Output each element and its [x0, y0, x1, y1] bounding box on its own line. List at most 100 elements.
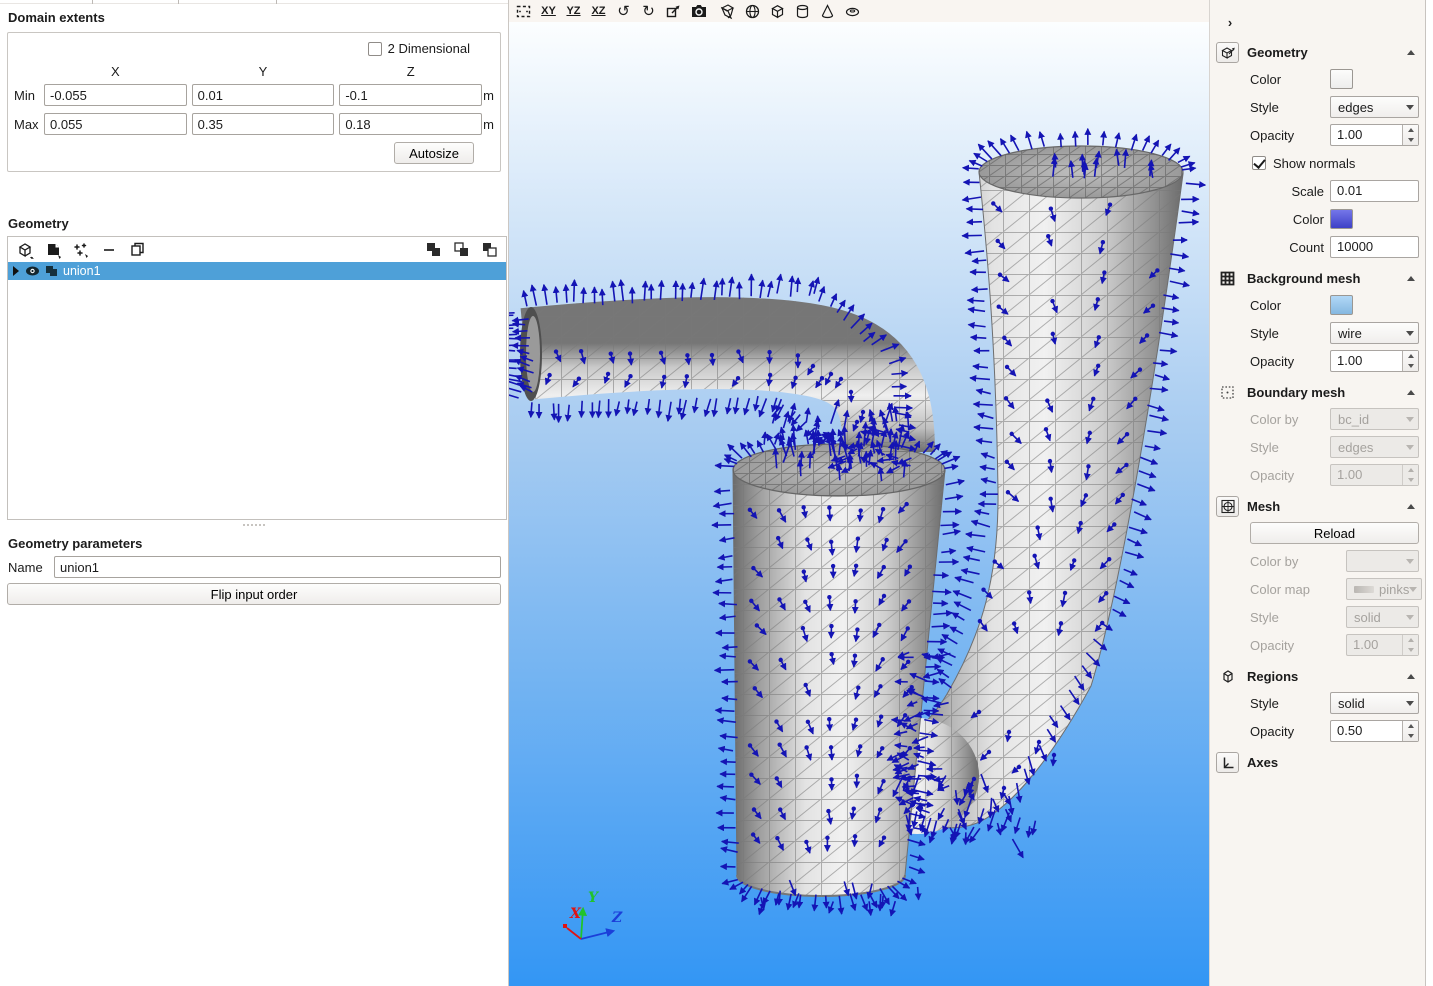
- perspective-view-icon[interactable]: [663, 2, 684, 21]
- background-mesh-collapse-icon[interactable]: [1407, 276, 1415, 281]
- axes-section-icon[interactable]: [1216, 752, 1239, 773]
- mesh-opacity-label: Opacity: [1250, 638, 1346, 653]
- boundary-mesh-section-icon[interactable]: [1216, 382, 1239, 403]
- import-surface-icon[interactable]: [42, 240, 64, 260]
- show-normals-checkbox[interactable]: [1252, 156, 1266, 170]
- mesh-section-title: Mesh: [1247, 499, 1399, 514]
- cone-shape-icon[interactable]: [817, 2, 838, 21]
- fit-view-icon[interactable]: [513, 2, 534, 21]
- viewport-3d: XY YZ XZ ↺ ↻: [509, 0, 1209, 986]
- cylinder-shape-icon[interactable]: [792, 2, 813, 21]
- geometry-color-swatch[interactable]: [1330, 69, 1353, 89]
- svg-text:Z: Z: [611, 910, 623, 926]
- flip-input-order-button[interactable]: Flip input order: [7, 583, 501, 605]
- normals-color-label: Color: [1284, 212, 1330, 227]
- cube-shape-icon[interactable]: [767, 2, 788, 21]
- background-mesh-opacity-spinbox[interactable]: 1.00: [1330, 350, 1419, 372]
- geometry-style-label: Style: [1250, 100, 1330, 115]
- normals-color-swatch[interactable]: [1330, 209, 1353, 229]
- two-dimensional-checkbox[interactable]: [368, 42, 382, 56]
- normals-scale-input[interactable]: 0.01: [1330, 180, 1419, 202]
- sphere-shape-icon[interactable]: [742, 2, 763, 21]
- column-header-x: X: [44, 64, 187, 79]
- mesh-collapse-icon[interactable]: [1407, 504, 1415, 509]
- view-xz-button[interactable]: XZ: [588, 2, 609, 21]
- copy-geometry-icon[interactable]: [126, 240, 148, 260]
- mesh-color-by-dropdown: [1346, 550, 1419, 572]
- panel-collapse-button[interactable]: ›: [1220, 12, 1240, 32]
- mesh-section-icon[interactable]: [1216, 496, 1239, 517]
- chevron-down-icon: [1406, 615, 1414, 620]
- rotate-ccw-icon[interactable]: ↺: [613, 2, 634, 21]
- background-mesh-color-label: Color: [1250, 298, 1330, 313]
- max-y-input[interactable]: [192, 113, 335, 135]
- min-label: Min: [14, 88, 44, 103]
- render-canvas[interactable]: XYZ: [509, 22, 1209, 986]
- mesh-style-dropdown: solid: [1346, 606, 1419, 628]
- spin-buttons[interactable]: [1402, 351, 1418, 371]
- view-xy-button[interactable]: XY: [538, 2, 559, 21]
- mesh-scene: XYZ: [509, 22, 1209, 986]
- normals-count-input[interactable]: 10000: [1330, 236, 1419, 258]
- min-z-input[interactable]: [339, 84, 482, 106]
- autosize-button[interactable]: Autosize: [394, 142, 474, 164]
- boundary-mesh-style-label: Style: [1250, 440, 1330, 455]
- expand-icon[interactable]: [12, 266, 20, 276]
- boundary-mesh-collapse-icon[interactable]: [1407, 390, 1415, 395]
- visibility-eye-icon[interactable]: [25, 265, 40, 277]
- reload-mesh-button[interactable]: Reload: [1250, 522, 1419, 544]
- min-unit-label: m: [482, 88, 494, 103]
- two-dimensional-label: 2 Dimensional: [388, 41, 470, 56]
- boundary-mesh-color-by-label: Color by: [1250, 412, 1330, 427]
- background-mesh-color-swatch[interactable]: [1330, 295, 1353, 315]
- boolean-subtract-icon[interactable]: [478, 240, 500, 260]
- name-input[interactable]: [54, 556, 501, 578]
- svg-text:X: X: [569, 906, 582, 922]
- geometry-opacity-spinbox[interactable]: 1.00: [1330, 124, 1419, 146]
- geometry-section-icon[interactable]: [1216, 42, 1239, 63]
- regions-opacity-spinbox[interactable]: 0.50: [1330, 720, 1419, 742]
- spin-buttons[interactable]: [1402, 721, 1418, 741]
- torus-shape-icon[interactable]: [842, 2, 863, 21]
- geometry-list-box: union1: [7, 236, 507, 520]
- chevron-down-icon: [1409, 587, 1417, 592]
- max-x-input[interactable]: [44, 113, 187, 135]
- max-label: Max: [14, 117, 44, 132]
- chevron-down-icon: [1406, 445, 1414, 450]
- axis-triad: XYZ: [563, 890, 623, 939]
- spin-buttons[interactable]: [1402, 125, 1418, 145]
- background-mesh-section-icon[interactable]: [1216, 268, 1239, 289]
- background-mesh-section-title: Background mesh: [1247, 271, 1399, 286]
- chevron-down-icon: [1406, 105, 1414, 110]
- geometry-item-label: union1: [63, 264, 101, 278]
- geometry-collapse-icon[interactable]: [1407, 50, 1415, 55]
- regions-style-dropdown[interactable]: solid: [1330, 692, 1419, 714]
- view-yz-button[interactable]: YZ: [563, 2, 584, 21]
- screenshot-camera-icon[interactable]: [688, 2, 709, 21]
- regions-section-title: Regions: [1247, 669, 1399, 684]
- boolean-union-icon[interactable]: [422, 240, 444, 260]
- domain-extents-title: Domain extents: [8, 10, 508, 25]
- max-z-input[interactable]: [339, 113, 482, 135]
- display-properties-panel: › Geometry Color Style edges Opacity 1.0…: [1209, 0, 1426, 986]
- regions-section-icon[interactable]: [1216, 666, 1239, 687]
- regions-collapse-icon[interactable]: [1407, 674, 1415, 679]
- auto-generate-icon[interactable]: [70, 240, 92, 260]
- boolean-intersect-icon[interactable]: [450, 240, 472, 260]
- min-y-input[interactable]: [192, 84, 335, 106]
- add-geometry-icon[interactable]: [14, 240, 36, 260]
- colormap-preview-icon: [1354, 586, 1374, 593]
- domain-extents-group: 2 Dimensional X Y Z Min m Max: [7, 32, 501, 172]
- chevron-down-icon: [1406, 701, 1414, 706]
- rotate-object-icon[interactable]: [717, 2, 738, 21]
- geometry-style-dropdown[interactable]: edges: [1330, 96, 1419, 118]
- remove-geometry-icon[interactable]: [98, 240, 120, 260]
- geometry-color-label: Color: [1250, 72, 1330, 87]
- panel-splitter-handle[interactable]: [0, 520, 508, 530]
- background-mesh-style-dropdown[interactable]: wire: [1330, 322, 1419, 344]
- background-mesh-style-label: Style: [1250, 326, 1330, 341]
- rotate-cw-icon[interactable]: ↻: [638, 2, 659, 21]
- min-x-input[interactable]: [44, 84, 187, 106]
- application-window: Domain extents 2 Dimensional X Y Z Min m: [0, 0, 1433, 986]
- geometry-list-item-union1[interactable]: union1: [8, 262, 506, 280]
